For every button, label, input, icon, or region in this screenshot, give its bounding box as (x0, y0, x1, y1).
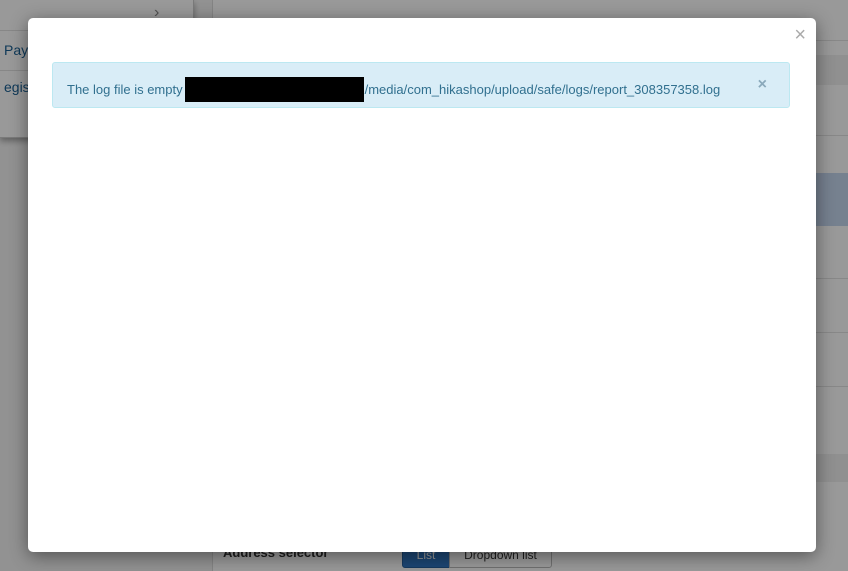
alert-close-icon[interactable]: × (758, 76, 767, 94)
log-modal: × The log file is empty/media/com_hikash… (28, 18, 816, 552)
info-alert: The log file is empty/media/com_hikashop… (52, 62, 790, 108)
redacted-path-block (184, 77, 364, 102)
log-file-path: /media/com_hikashop/upload/safe/logs/rep… (364, 81, 721, 97)
modal-close-icon[interactable]: × (794, 24, 806, 46)
alert-message-prefix: The log file is empty (67, 81, 183, 97)
alert-message: The log file is empty/media/com_hikashop… (67, 77, 721, 103)
